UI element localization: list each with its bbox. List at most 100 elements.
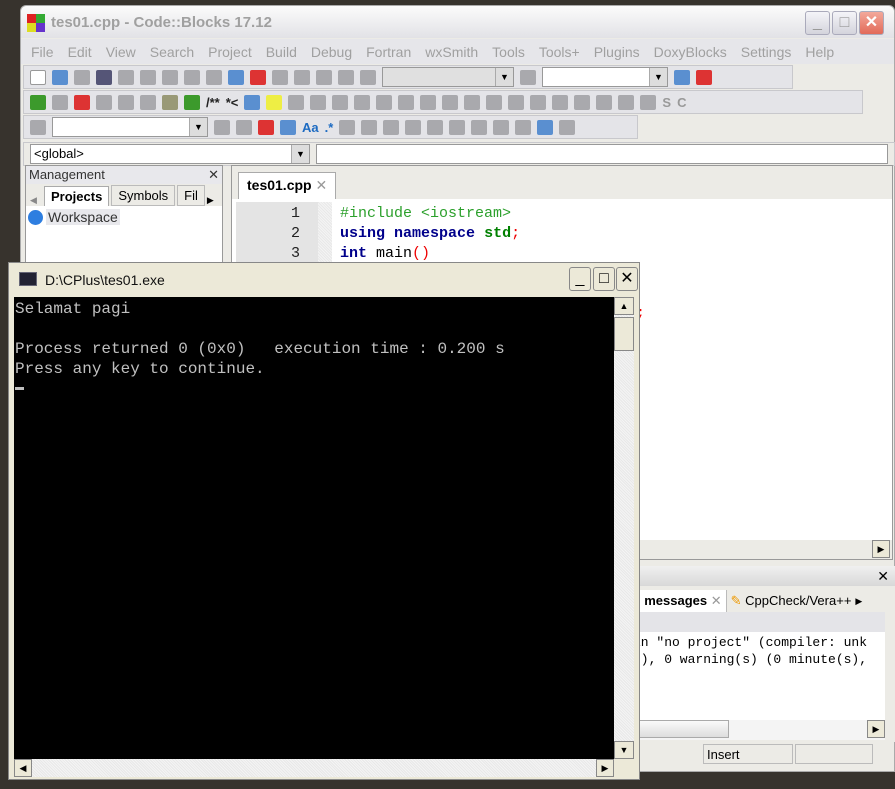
menu-build[interactable]: Build bbox=[266, 44, 297, 60]
debug-windows-icon[interactable] bbox=[537, 119, 554, 135]
stop-icon[interactable] bbox=[515, 119, 532, 135]
pause-icon[interactable] bbox=[493, 119, 510, 135]
debug-run-icon[interactable] bbox=[339, 119, 356, 135]
menu-file[interactable]: File bbox=[31, 44, 54, 60]
envelope-icon[interactable] bbox=[420, 94, 437, 110]
menu-plugins[interactable]: Plugins bbox=[594, 44, 640, 60]
search-combo[interactable]: ▼ bbox=[542, 67, 668, 87]
next-bookmark-icon[interactable] bbox=[118, 94, 134, 110]
tab-projects[interactable]: Projects bbox=[44, 186, 110, 206]
maximize-button[interactable]: □ bbox=[832, 11, 857, 35]
layout4-icon[interactable] bbox=[530, 94, 547, 110]
close-button[interactable]: ✕ bbox=[859, 11, 884, 35]
menu-wxsmith[interactable]: wxSmith bbox=[425, 44, 478, 60]
bookmark-icon[interactable] bbox=[74, 94, 90, 110]
clear-bookmark-icon[interactable] bbox=[140, 94, 156, 110]
menu-debug[interactable]: Debug bbox=[311, 44, 352, 60]
shape1-icon[interactable] bbox=[552, 94, 569, 110]
close-icon[interactable]: ✕ bbox=[877, 568, 889, 584]
replace-icon[interactable] bbox=[250, 69, 266, 85]
clear-icon[interactable] bbox=[30, 119, 46, 135]
html-icon[interactable] bbox=[244, 94, 261, 110]
close-tab-icon[interactable]: ✕ bbox=[315, 177, 327, 193]
build-icon[interactable] bbox=[272, 69, 288, 85]
menu-edit[interactable]: Edit bbox=[68, 44, 92, 60]
code-line-2[interactable]: using namespace std; bbox=[340, 225, 520, 242]
step-into-icon[interactable] bbox=[405, 119, 422, 135]
code-line-1[interactable]: #include <iostream> bbox=[340, 205, 511, 222]
doxy-run-icon[interactable] bbox=[184, 94, 200, 110]
function-combo[interactable] bbox=[316, 144, 888, 164]
tab-files[interactable]: Fil bbox=[177, 185, 205, 206]
console-output[interactable]: Selamat pagi Process returned 0 (0x0) ex… bbox=[14, 297, 614, 759]
step-instruction-icon[interactable] bbox=[471, 119, 488, 135]
run-icon[interactable] bbox=[294, 69, 310, 85]
match-case-button[interactable]: Aa bbox=[302, 120, 319, 135]
info-icon[interactable] bbox=[559, 119, 576, 135]
menu-settings[interactable]: Settings bbox=[741, 44, 792, 60]
tools-wrench-icon[interactable] bbox=[696, 69, 712, 85]
search-icon[interactable] bbox=[674, 69, 690, 85]
undo-icon[interactable] bbox=[118, 69, 134, 85]
next-icon[interactable] bbox=[236, 119, 252, 135]
rebuild-icon[interactable] bbox=[338, 69, 354, 85]
shape3-icon[interactable] bbox=[596, 94, 613, 110]
scroll-right-icon[interactable]: ▶ bbox=[596, 759, 614, 777]
console-minimize-button[interactable]: _ bbox=[569, 267, 591, 291]
shape2-icon[interactable] bbox=[574, 94, 591, 110]
settings-wrench-icon[interactable] bbox=[288, 94, 305, 110]
console-maximize-button[interactable]: □ bbox=[593, 267, 615, 291]
console-vscrollbar[interactable]: ▲ ▼ bbox=[614, 297, 634, 759]
scope-combo[interactable]: <global> ▼ bbox=[30, 144, 310, 164]
step-out-icon[interactable] bbox=[427, 119, 444, 135]
log-hscrollbar[interactable]: ▶ bbox=[633, 720, 885, 740]
next-line-icon[interactable] bbox=[383, 119, 400, 135]
zoom-out-icon[interactable] bbox=[640, 94, 657, 110]
tab-build-messages[interactable]: l messages ✕ bbox=[633, 590, 726, 612]
layout3-icon[interactable] bbox=[508, 94, 525, 110]
note-icon[interactable] bbox=[442, 94, 459, 110]
abort-icon[interactable] bbox=[360, 69, 376, 85]
save-all-icon[interactable] bbox=[96, 69, 112, 85]
close-tab-icon[interactable]: ✕ bbox=[711, 593, 722, 608]
cut-icon[interactable] bbox=[162, 69, 178, 85]
menu-view[interactable]: View bbox=[106, 44, 136, 60]
tab-scroll-right-icon[interactable]: ▶ bbox=[855, 596, 862, 607]
regex-button[interactable]: .* bbox=[325, 120, 334, 135]
pointer-icon[interactable] bbox=[376, 94, 393, 110]
doxy-comment-button[interactable]: /** bbox=[206, 95, 220, 110]
s-button[interactable]: S bbox=[662, 95, 671, 110]
highlight-icon[interactable] bbox=[258, 119, 274, 135]
doxy-line-button[interactable]: *< bbox=[226, 95, 239, 110]
menu-search[interactable]: Search bbox=[150, 44, 194, 60]
save-icon[interactable] bbox=[74, 69, 90, 85]
menu-tools-plus[interactable]: Tools+ bbox=[539, 44, 580, 60]
step-forward-icon[interactable] bbox=[354, 94, 371, 110]
console-close-button[interactable]: ✕ bbox=[616, 267, 638, 291]
build-target-combo[interactable]: ▼ bbox=[382, 67, 514, 87]
find-icon[interactable] bbox=[228, 69, 244, 85]
c-button[interactable]: C bbox=[677, 95, 686, 110]
layout2-icon[interactable] bbox=[486, 94, 503, 110]
workspace-tree-item[interactable]: Workspace bbox=[26, 206, 222, 228]
paste-icon[interactable] bbox=[206, 69, 222, 85]
tab-cppcheck[interactable]: ✎ CppCheck/Vera++ bbox=[725, 590, 856, 612]
tab-scroll-left-icon[interactable]: ◀ bbox=[30, 195, 42, 206]
menu-fortran[interactable]: Fortran bbox=[366, 44, 411, 60]
menu-doxyblocks[interactable]: DoxyBlocks bbox=[654, 44, 727, 60]
forward-icon[interactable] bbox=[52, 94, 68, 110]
scroll-down-icon[interactable]: ▼ bbox=[614, 741, 634, 759]
scroll-thumb[interactable] bbox=[614, 317, 634, 351]
build-run-icon[interactable] bbox=[316, 69, 332, 85]
menu-help[interactable]: Help bbox=[805, 44, 834, 60]
layout1-icon[interactable] bbox=[464, 94, 481, 110]
minimize-button[interactable]: _ bbox=[805, 11, 830, 35]
scroll-thumb[interactable] bbox=[633, 720, 729, 738]
code-line-3[interactable]: int main() bbox=[340, 245, 430, 262]
new-file-icon[interactable] bbox=[30, 69, 46, 85]
scroll-left-icon[interactable]: ◀ bbox=[14, 759, 32, 777]
scroll-right-icon[interactable]: ▶ bbox=[872, 540, 890, 558]
selected-text-icon[interactable] bbox=[280, 119, 296, 135]
rect-icon[interactable] bbox=[398, 94, 415, 110]
doxywizard-icon[interactable] bbox=[162, 94, 178, 110]
